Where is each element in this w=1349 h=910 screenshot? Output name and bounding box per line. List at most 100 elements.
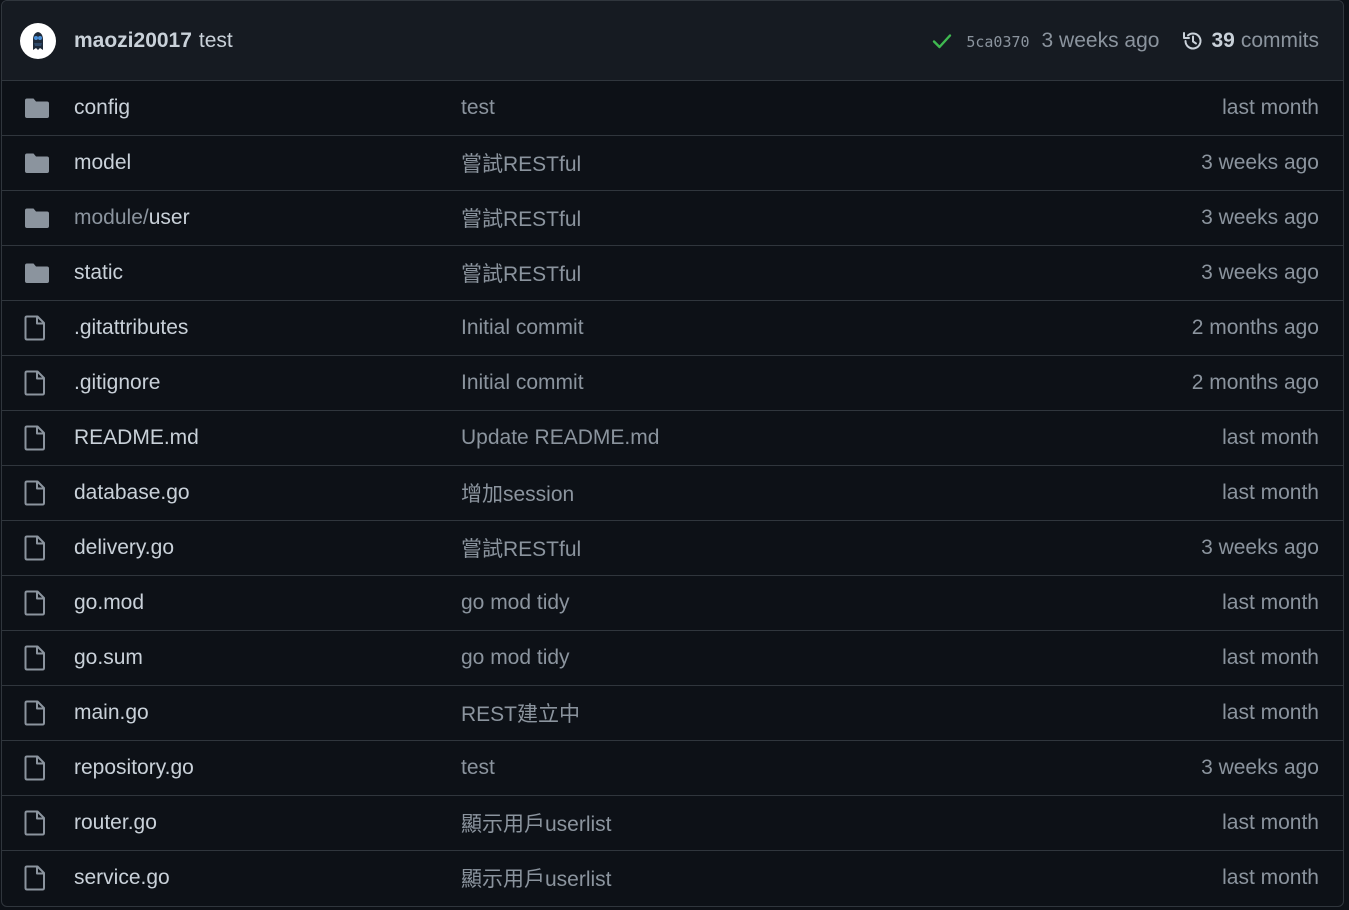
file-row[interactable]: service.go 顯示用戶userlist last month — [2, 850, 1343, 905]
file-name-link[interactable]: router.go — [74, 811, 157, 835]
file-name-text: .gitignore — [74, 371, 161, 394]
file-icon — [24, 315, 46, 341]
commit-message-link[interactable]: REST建立中 — [461, 698, 580, 728]
file-row[interactable]: router.go 顯示用戶userlist last month — [2, 795, 1343, 850]
folder-icon — [24, 152, 50, 174]
commit-age: last month — [1222, 426, 1319, 449]
commit-count[interactable]: 39 — [1211, 29, 1234, 53]
file-name-text: static — [74, 261, 124, 284]
commit-age: 3 weeks ago — [1041, 28, 1160, 52]
file-row[interactable]: module/user 嘗試RESTful 3 weeks ago — [2, 190, 1343, 245]
file-row[interactable]: config test last month — [2, 81, 1343, 135]
file-row[interactable]: go.mod go mod tidy last month — [2, 575, 1343, 630]
file-name-text: database.go — [74, 481, 190, 504]
history-icon[interactable] — [1181, 29, 1205, 53]
file-name-text: config — [74, 96, 131, 119]
commit-message-link[interactable]: Update README.md — [461, 426, 659, 450]
file-row[interactable]: static 嘗試RESTful 3 weeks ago — [2, 245, 1343, 300]
file-name-text: service.go — [74, 866, 170, 889]
file-name-text: user — [148, 206, 190, 229]
commit-age: last month — [1222, 701, 1319, 724]
file-name-link[interactable]: go.mod — [74, 591, 144, 615]
file-navigator: maozi20017 test 5ca0370 3 weeks ago 39 c… — [1, 0, 1344, 907]
commit-message-link[interactable]: test — [461, 96, 495, 120]
file-name-link[interactable]: static — [74, 261, 123, 285]
file-name-text: go.mod — [74, 591, 145, 614]
commit-age: 3 weeks ago — [1201, 756, 1319, 779]
commit-age: 3 weeks ago — [1201, 151, 1319, 174]
commit-age: last month — [1222, 811, 1319, 834]
commit-message-link[interactable]: Initial commit — [461, 316, 584, 340]
file-icon — [24, 700, 46, 726]
commit-author-link[interactable]: maozi20017 — [74, 29, 192, 53]
file-row[interactable]: README.md Update README.md last month — [2, 410, 1343, 465]
commit-message-link[interactable]: go mod tidy — [461, 591, 570, 615]
file-list: config test last month model 嘗試RESTful 3 week… — [2, 81, 1343, 905]
commit-message-link[interactable]: 顯示用戶userlist — [461, 863, 612, 893]
commit-message-link[interactable]: 顯示用戶userlist — [461, 808, 612, 838]
file-icon — [24, 535, 46, 561]
file-name-text: main.go — [74, 701, 149, 724]
folder-icon — [24, 207, 50, 229]
file-row[interactable]: .gitignore Initial commit 2 months ago — [2, 355, 1343, 410]
file-name-link[interactable]: delivery.go — [74, 536, 174, 560]
commit-message-link[interactable]: 嘗試RESTful — [461, 203, 581, 233]
file-name-link[interactable]: .gitattributes — [74, 316, 188, 340]
file-icon — [24, 370, 46, 396]
file-name-text: .gitattributes — [74, 316, 189, 339]
file-icon — [24, 810, 46, 836]
file-icon — [24, 480, 46, 506]
file-name-link[interactable]: module/user — [74, 206, 190, 230]
file-row[interactable]: delivery.go 嘗試RESTful 3 weeks ago — [2, 520, 1343, 575]
file-name-prefix: module/ — [74, 206, 149, 229]
file-icon — [24, 645, 46, 671]
file-name-text: README.md — [74, 426, 199, 449]
folder-icon — [24, 97, 50, 119]
commit-message-link[interactable]: 嘗試RESTful — [461, 148, 581, 178]
file-row[interactable]: main.go REST建立中 last month — [2, 685, 1343, 740]
avatar[interactable] — [20, 22, 56, 59]
file-name-link[interactable]: database.go — [74, 481, 190, 505]
file-name-text: delivery.go — [74, 536, 174, 559]
commit-age: last month — [1222, 591, 1319, 614]
file-name-link[interactable]: go.sum — [74, 646, 143, 670]
commit-message-link[interactable]: test — [461, 756, 495, 780]
file-row[interactable]: repository.go test 3 weeks ago — [2, 740, 1343, 795]
latest-commit-bar: maozi20017 test 5ca0370 3 weeks ago 39 c… — [2, 1, 1343, 81]
commit-count-label[interactable]: commits — [1241, 29, 1319, 53]
file-name-link[interactable]: README.md — [74, 426, 199, 450]
commit-age: last month — [1222, 481, 1319, 504]
file-name-text: model — [74, 151, 132, 174]
commit-age: 3 weeks ago — [1201, 536, 1319, 559]
commit-message-link[interactable]: 嘗試RESTful — [461, 533, 581, 563]
commit-message-link[interactable]: 嘗試RESTful — [461, 258, 581, 288]
file-row[interactable]: database.go 增加session last month — [2, 465, 1343, 520]
file-name-link[interactable]: .gitignore — [74, 371, 160, 395]
commit-message-link[interactable]: test — [199, 29, 233, 53]
commit-age: 3 weeks ago — [1201, 206, 1319, 229]
file-name-text: router.go — [74, 811, 157, 834]
file-row[interactable]: model 嘗試RESTful 3 weeks ago — [2, 135, 1343, 190]
commit-message-link[interactable]: Initial commit — [461, 371, 584, 395]
commit-age: 3 weeks ago — [1201, 261, 1319, 284]
commit-sha-link[interactable]: 5ca0370 — [966, 30, 1029, 51]
commit-age: last month — [1222, 646, 1319, 669]
commit-age: last month — [1222, 96, 1319, 119]
commit-message-link[interactable]: go mod tidy — [461, 646, 570, 670]
file-name-link[interactable]: config — [74, 96, 130, 120]
file-name-text: go.sum — [74, 646, 143, 669]
file-icon — [24, 590, 46, 616]
folder-icon — [24, 262, 50, 284]
file-icon — [24, 425, 46, 451]
commit-message-link[interactable]: 增加session — [461, 478, 574, 508]
file-name-link[interactable]: main.go — [74, 701, 149, 725]
file-name-text: repository.go — [74, 756, 194, 779]
file-name-link[interactable]: repository.go — [74, 756, 194, 780]
file-row[interactable]: go.sum go mod tidy last month — [2, 630, 1343, 685]
file-row[interactable]: .gitattributes Initial commit 2 months ago — [2, 300, 1343, 355]
check-icon[interactable] — [932, 33, 952, 49]
file-name-link[interactable]: model — [74, 151, 131, 175]
file-name-link[interactable]: service.go — [74, 866, 170, 890]
commit-age: 2 months ago — [1191, 371, 1319, 394]
file-icon — [24, 755, 46, 781]
